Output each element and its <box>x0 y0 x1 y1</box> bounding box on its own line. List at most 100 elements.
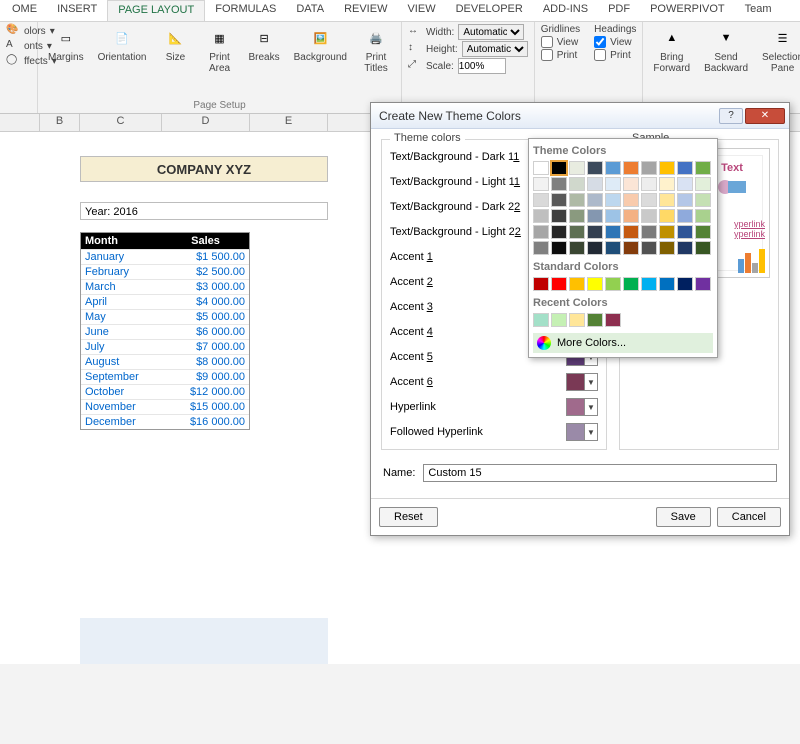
color-swatch[interactable] <box>623 225 639 239</box>
tab-review[interactable]: REVIEW <box>334 0 397 21</box>
color-swatch[interactable] <box>587 193 603 207</box>
table-row[interactable]: May$5 000.00 <box>81 309 249 324</box>
tab-addins[interactable]: ADD-INS <box>533 0 598 21</box>
table-row[interactable]: April$4 000.00 <box>81 294 249 309</box>
headings-print-checkbox[interactable] <box>594 49 606 61</box>
help-button[interactable]: ? <box>719 108 743 124</box>
color-swatch[interactable] <box>605 209 621 223</box>
color-swatch[interactable] <box>677 161 693 175</box>
color-swatch[interactable] <box>641 177 657 191</box>
year-cell[interactable]: Year: 2016 <box>80 202 328 220</box>
color-swatch[interactable] <box>641 161 657 175</box>
color-swatch[interactable] <box>677 209 693 223</box>
color-swatch[interactable] <box>695 241 711 255</box>
table-row[interactable]: December$16 000.00 <box>81 414 249 429</box>
tab-home[interactable]: OME <box>2 0 47 21</box>
save-button[interactable]: Save <box>656 507 711 527</box>
col-b[interactable]: B <box>40 114 80 131</box>
cancel-button[interactable]: Cancel <box>717 507 781 527</box>
color-swatch[interactable] <box>677 241 693 255</box>
tab-developer[interactable]: DEVELOPER <box>446 0 533 21</box>
color-swatch[interactable] <box>551 161 567 175</box>
table-row[interactable]: March$3 000.00 <box>81 279 249 294</box>
theme-name-input[interactable] <box>423 464 777 482</box>
color-swatch[interactable] <box>533 193 549 207</box>
color-swatch[interactable] <box>605 241 621 255</box>
table-header-sales[interactable]: Sales <box>162 233 249 249</box>
background-button[interactable]: 🖼️Background <box>290 24 351 65</box>
margins-button[interactable]: ▭Margins <box>44 24 88 65</box>
close-button[interactable]: ✕ <box>745 108 785 124</box>
dialog-titlebar[interactable]: Create New Theme Colors ? ✕ <box>371 103 789 129</box>
color-swatch-button[interactable]: ▼ <box>566 373 598 391</box>
color-swatch[interactable] <box>533 277 549 291</box>
color-swatch[interactable] <box>623 193 639 207</box>
gridlines-view-checkbox[interactable] <box>541 36 553 48</box>
color-swatch[interactable] <box>659 209 675 223</box>
color-swatch[interactable] <box>605 225 621 239</box>
tab-formulas[interactable]: FORMULAS <box>205 0 286 21</box>
tab-powerpivot[interactable]: POWERPIVOT <box>640 0 735 21</box>
color-swatch[interactable] <box>569 193 585 207</box>
color-swatch[interactable] <box>641 277 657 291</box>
table-row[interactable]: July$7 000.00 <box>81 339 249 354</box>
color-swatch[interactable] <box>677 177 693 191</box>
color-swatch[interactable] <box>623 277 639 291</box>
color-swatch[interactable] <box>605 277 621 291</box>
color-swatch[interactable] <box>695 225 711 239</box>
color-swatch[interactable] <box>551 241 567 255</box>
col-e[interactable]: E <box>250 114 328 131</box>
color-swatch[interactable] <box>587 313 603 327</box>
color-swatch[interactable] <box>623 209 639 223</box>
color-swatch[interactable] <box>587 161 603 175</box>
table-row[interactable]: September$9 000.00 <box>81 369 249 384</box>
color-swatch[interactable] <box>587 241 603 255</box>
color-swatch[interactable] <box>659 277 675 291</box>
color-swatch[interactable] <box>695 161 711 175</box>
color-swatch[interactable] <box>533 241 549 255</box>
width-select[interactable]: Automatic <box>458 24 524 40</box>
color-swatch[interactable] <box>695 193 711 207</box>
tab-data[interactable]: DATA <box>286 0 334 21</box>
tab-insert[interactable]: INSERT <box>47 0 107 21</box>
color-swatch[interactable] <box>659 161 675 175</box>
color-swatch[interactable] <box>695 277 711 291</box>
height-select[interactable]: Automatic <box>462 41 528 57</box>
color-swatch[interactable] <box>569 209 585 223</box>
color-swatch[interactable] <box>551 209 567 223</box>
breaks-button[interactable]: ⊟Breaks <box>245 24 284 65</box>
color-swatch[interactable] <box>659 193 675 207</box>
color-swatch[interactable] <box>623 241 639 255</box>
color-swatch[interactable] <box>569 161 585 175</box>
color-swatch[interactable] <box>659 177 675 191</box>
table-row[interactable]: October$12 000.00 <box>81 384 249 399</box>
color-swatch[interactable] <box>695 177 711 191</box>
color-swatch[interactable] <box>533 161 549 175</box>
color-swatch[interactable] <box>569 277 585 291</box>
color-swatch[interactable] <box>533 209 549 223</box>
color-swatch[interactable] <box>695 209 711 223</box>
gridlines-print-checkbox[interactable] <box>541 49 553 61</box>
color-swatch[interactable] <box>551 313 567 327</box>
color-swatch[interactable] <box>551 225 567 239</box>
more-colors-button[interactable]: More Colors... <box>533 333 713 353</box>
table-row[interactable]: November$15 000.00 <box>81 399 249 414</box>
color-swatch[interactable] <box>569 177 585 191</box>
color-swatch[interactable] <box>677 277 693 291</box>
bring-forward-button[interactable]: ▲Bring Forward <box>649 24 694 76</box>
scale-input[interactable] <box>458 58 506 74</box>
color-swatch[interactable] <box>587 209 603 223</box>
color-swatch[interactable] <box>569 225 585 239</box>
tab-view[interactable]: VIEW <box>397 0 445 21</box>
orientation-button[interactable]: 📄Orientation <box>94 24 151 65</box>
color-swatch[interactable] <box>605 193 621 207</box>
color-swatch-button[interactable]: ▼ <box>566 398 598 416</box>
color-swatch[interactable] <box>659 241 675 255</box>
tab-team[interactable]: Team <box>735 0 782 21</box>
color-swatch[interactable] <box>605 177 621 191</box>
size-button[interactable]: 📐Size <box>157 24 195 65</box>
color-swatch[interactable] <box>551 277 567 291</box>
tab-pdf[interactable]: PDF <box>598 0 640 21</box>
color-swatch[interactable] <box>623 177 639 191</box>
print-titles-button[interactable]: 🖨️Print Titles <box>357 24 395 76</box>
